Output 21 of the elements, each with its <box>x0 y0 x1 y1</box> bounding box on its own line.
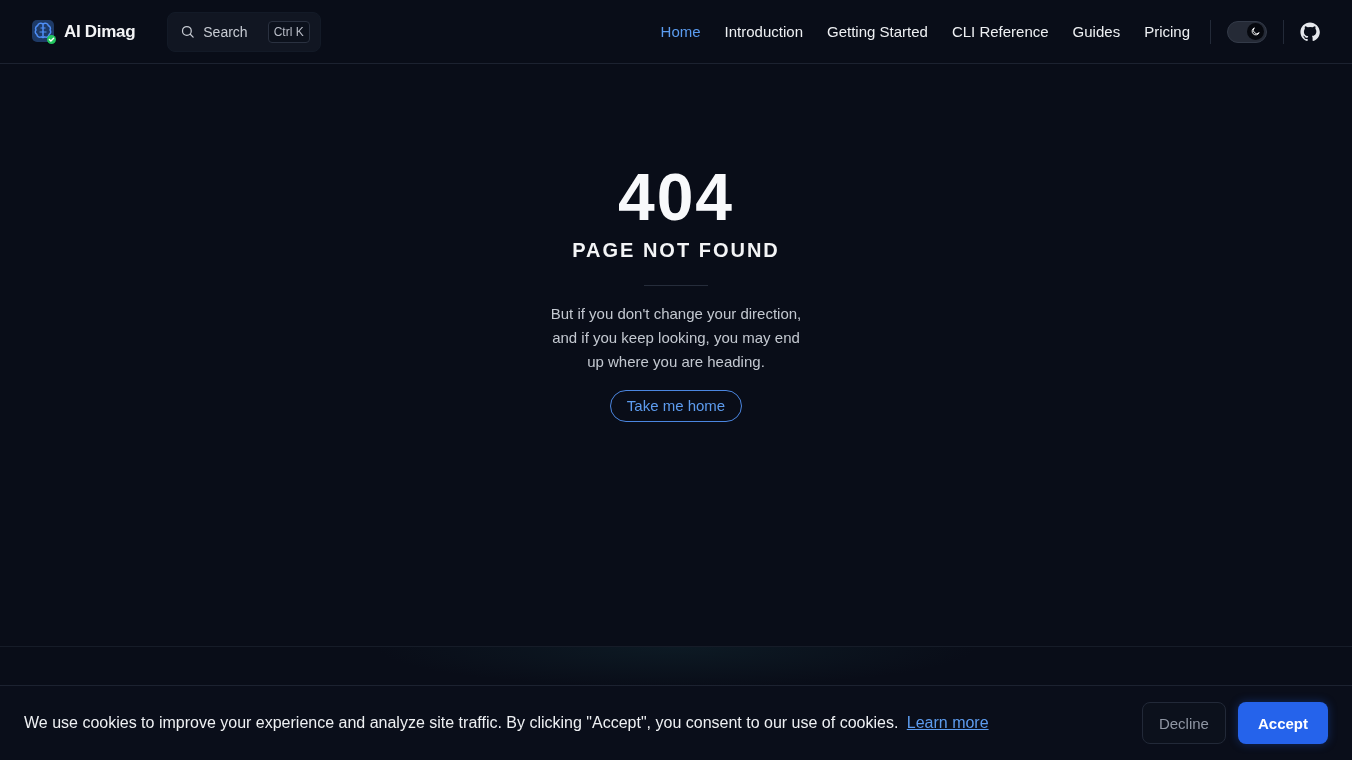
nav-link[interactable]: Guides <box>1072 23 1121 40</box>
moon-icon <box>1250 26 1261 37</box>
nav-link[interactable]: Introduction <box>724 23 803 40</box>
decline-button[interactable]: Decline <box>1141 702 1226 744</box>
search-icon <box>180 24 196 39</box>
logo-link[interactable]: AI Dimag <box>32 19 136 44</box>
nav-link[interactable]: CLI Reference <box>951 23 1049 40</box>
brain-logo-icon <box>32 19 56 44</box>
cookie-message: We use cookies to improve your experience and analyze site traffic. By clicking "Accept", you consent to our use of cookies. Learn more <box>24 714 989 732</box>
accept-button[interactable]: Accept <box>1237 702 1328 744</box>
nav-link[interactable]: Home <box>660 23 701 40</box>
search-button[interactable]: Search Ctrl K <box>167 11 321 52</box>
error-message: But if you don't change your direction, and if you keep looking, you may end up where you are heading. <box>549 304 803 372</box>
keyboard-shortcut: Ctrl K <box>267 20 310 43</box>
nav-link[interactable]: Pricing <box>1144 23 1190 40</box>
theme-toggle[interactable] <box>1227 20 1267 43</box>
github-icon[interactable] <box>1300 21 1320 42</box>
nav-link[interactable]: Getting Started <box>827 23 928 40</box>
error-code: 404 <box>617 159 735 235</box>
error-title: PAGE NOT FOUND <box>572 238 780 263</box>
learn-more-link[interactable]: Learn more <box>906 714 989 731</box>
